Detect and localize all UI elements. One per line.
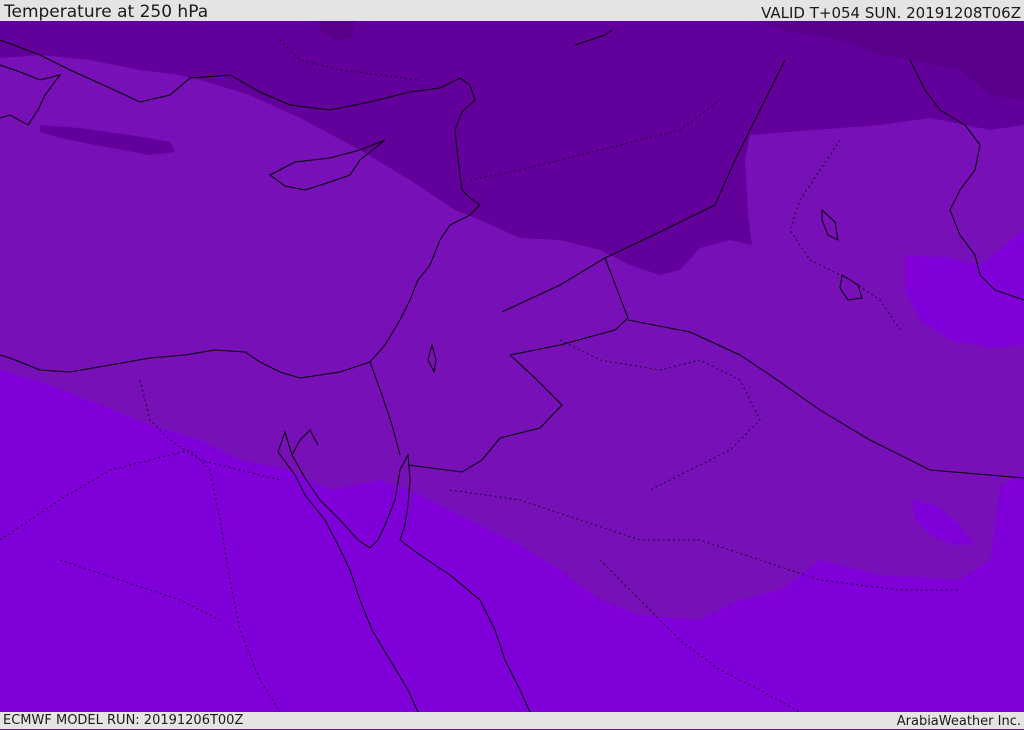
credit-label: ArabiaWeather Inc. [896, 714, 1021, 729]
valid-time: VALID T+054 SUN. 20191208T06Z [761, 4, 1021, 22]
footer-bar: ECMWF MODEL RUN: 20191206T00Z ArabiaWeat… [0, 712, 1024, 729]
map-title: Temperature at 250 hPa [4, 2, 209, 22]
model-run-label: ECMWF MODEL RUN: 20191206T00Z [3, 713, 244, 728]
map-canvas [0, 21, 1024, 712]
header-bar: Temperature at 250 hPa VALID T+054 SUN. … [0, 0, 1024, 22]
